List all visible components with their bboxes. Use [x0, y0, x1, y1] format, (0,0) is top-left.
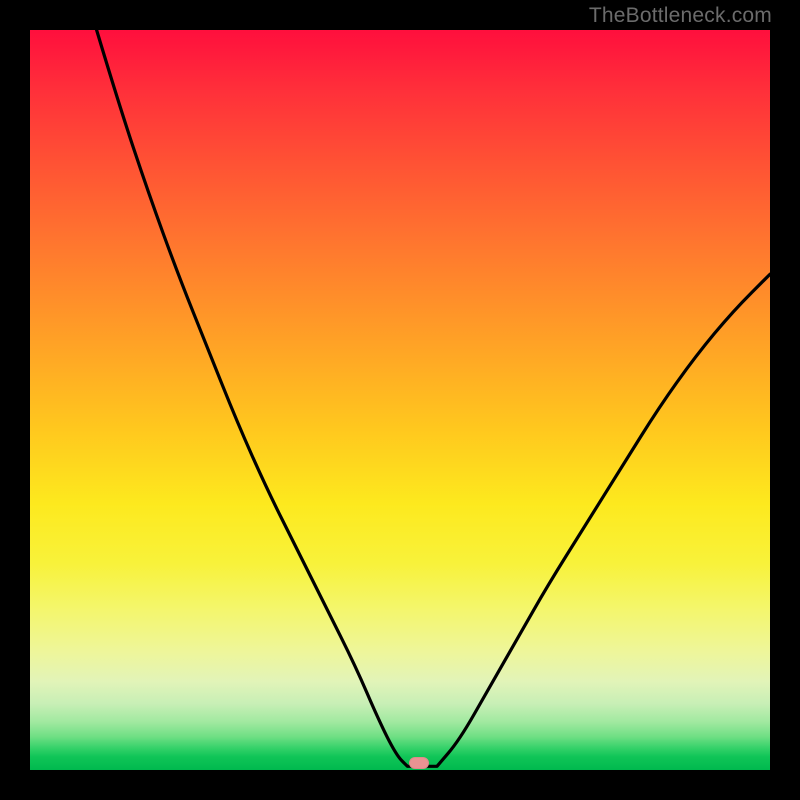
plot-area	[30, 30, 770, 770]
watermark-text: TheBottleneck.com	[589, 4, 772, 28]
optimum-marker	[409, 757, 429, 769]
bottleneck-curve	[30, 30, 770, 770]
chart-frame: TheBottleneck.com	[0, 0, 800, 800]
curve-path	[97, 30, 770, 766]
